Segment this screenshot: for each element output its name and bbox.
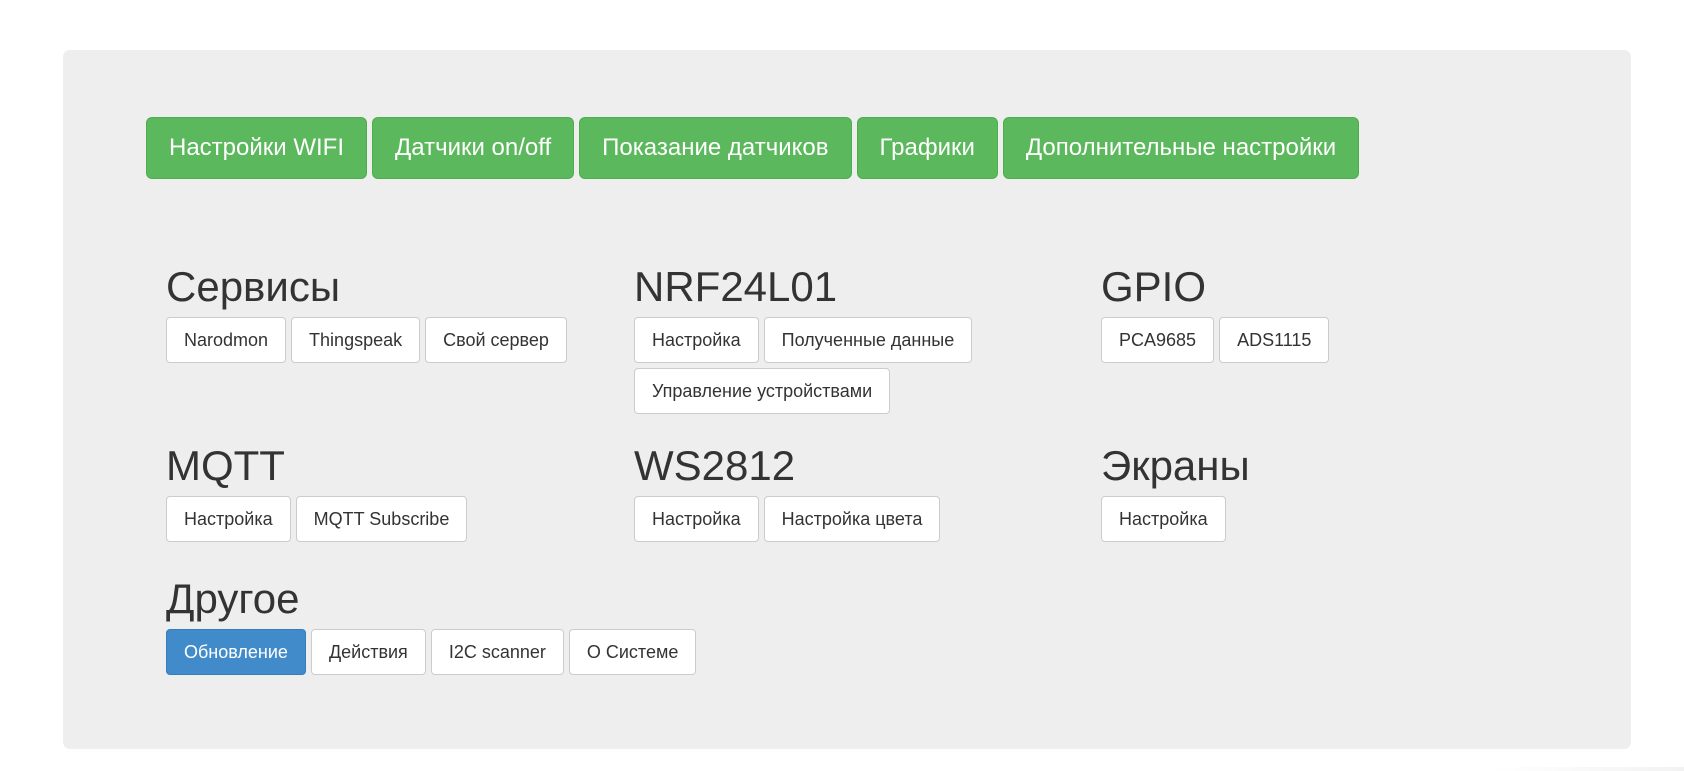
nrf-device-control-button[interactable]: Управление устройствами: [634, 368, 891, 414]
services-buttons: Narodmon Thingspeak Свой сервер: [166, 317, 606, 363]
other-buttons: Обновление Действия I2C scanner О Систем…: [166, 629, 866, 675]
top-nav: Настройки WIFI Датчики on/off Показание …: [146, 117, 1360, 179]
narodmon-button[interactable]: Narodmon: [166, 317, 287, 363]
screens-settings-button[interactable]: Настройка: [1101, 496, 1226, 542]
additional-settings-button[interactable]: Дополнительные настройки: [1002, 117, 1360, 179]
mqtt-subscribe-button[interactable]: MQTT Subscribe: [295, 496, 468, 542]
screens-section: Экраны Настройка: [1101, 442, 1541, 542]
nrf-settings-button[interactable]: Настройка: [634, 317, 759, 363]
about-system-button[interactable]: О Системе: [568, 629, 697, 675]
nrf-section: NRF24L01 Настройка Полученные данные Упр…: [634, 263, 1014, 414]
graphs-button[interactable]: Графики: [856, 117, 998, 179]
sensors-toggle-button[interactable]: Датчики on/off: [372, 117, 575, 179]
update-button[interactable]: Обновление: [166, 629, 306, 675]
main-panel: Настройки WIFI Датчики on/off Показание …: [63, 50, 1631, 749]
mqtt-settings-button[interactable]: Настройка: [166, 496, 291, 542]
ws2812-title: WS2812: [634, 442, 796, 489]
pca9685-button[interactable]: PCA9685: [1101, 317, 1215, 363]
mqtt-buttons: Настройка MQTT Subscribe: [166, 496, 606, 542]
thingspeak-button[interactable]: Thingspeak: [291, 317, 421, 363]
ads1115-button[interactable]: ADS1115: [1219, 317, 1330, 363]
wifi-settings-button[interactable]: Настройки WIFI: [146, 117, 367, 179]
other-title: Другое: [166, 575, 300, 622]
screens-title: Экраны: [1101, 442, 1250, 489]
gpio-section: GPIO PCA9685 ADS1115: [1101, 263, 1541, 363]
sensor-readings-button[interactable]: Показание датчиков: [579, 117, 852, 179]
ws2812-buttons: Настройка Настройка цвета: [634, 496, 1074, 542]
mqtt-section: MQTT Настройка MQTT Subscribe: [166, 442, 606, 542]
nrf-received-data-button[interactable]: Полученные данные: [763, 317, 973, 363]
screens-buttons: Настройка: [1101, 496, 1541, 542]
nrf-buttons: Настройка Полученные данные Управление у…: [634, 317, 1014, 414]
ws2812-settings-button[interactable]: Настройка: [634, 496, 759, 542]
services-section: Сервисы Narodmon Thingspeak Свой сервер: [166, 263, 606, 363]
mqtt-title: MQTT: [166, 442, 285, 489]
corner-shadow: [1489, 767, 1684, 771]
own-server-button[interactable]: Свой сервер: [425, 317, 567, 363]
ws2812-section: WS2812 Настройка Настройка цвета: [634, 442, 1074, 542]
services-title: Сервисы: [166, 263, 341, 310]
actions-button[interactable]: Действия: [310, 629, 426, 675]
other-section: Другое Обновление Действия I2C scanner О…: [166, 575, 866, 675]
ws2812-color-settings-button[interactable]: Настройка цвета: [763, 496, 941, 542]
i2c-scanner-button[interactable]: I2C scanner: [430, 629, 564, 675]
gpio-buttons: PCA9685 ADS1115: [1101, 317, 1541, 363]
nrf-title: NRF24L01: [634, 263, 838, 310]
gpio-title: GPIO: [1101, 263, 1207, 310]
